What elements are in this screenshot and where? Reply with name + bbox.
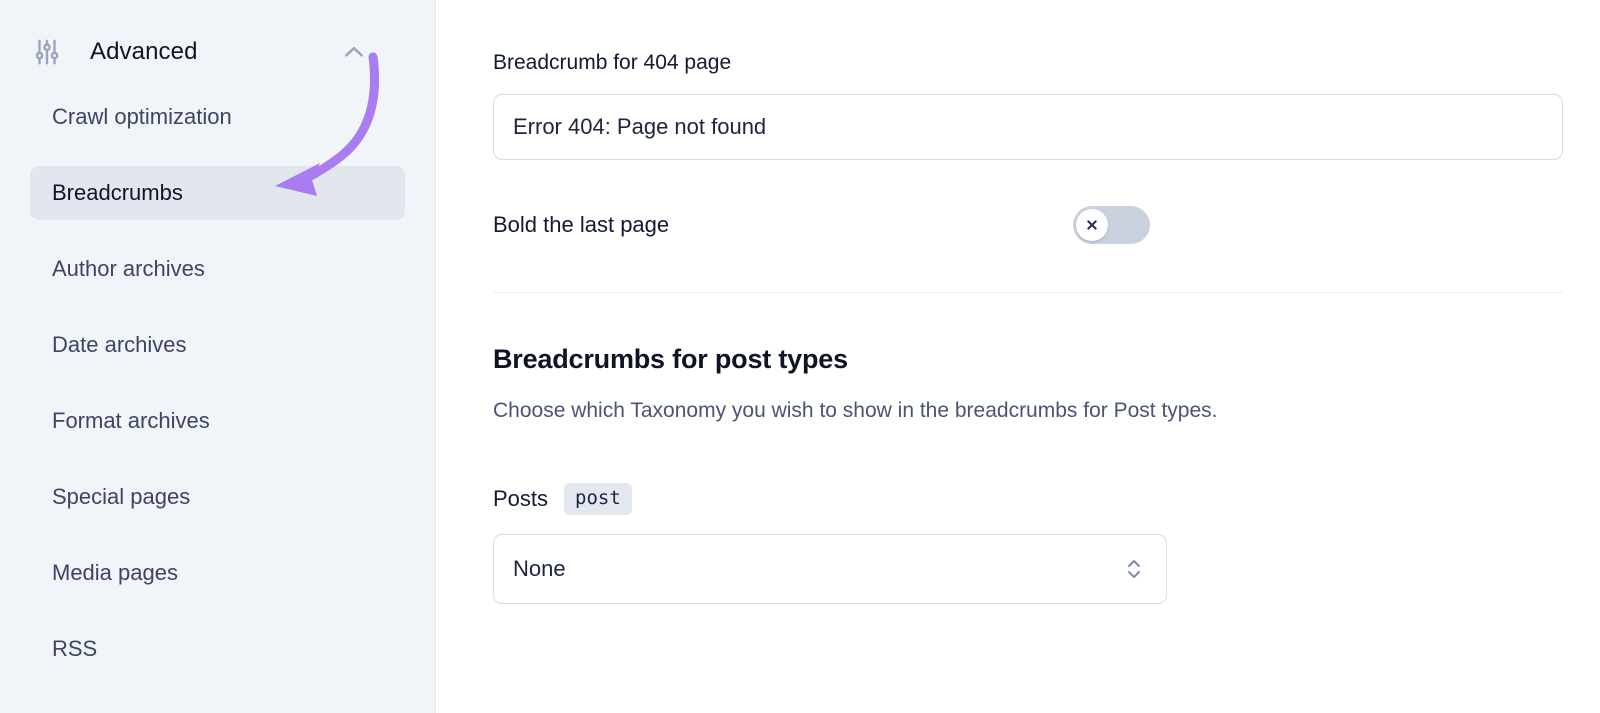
toggle-knob [1076,209,1109,241]
posts-taxonomy-select[interactable]: None [493,534,1167,604]
chevron-up-icon[interactable] [339,37,369,67]
breadcrumb-404-input[interactable]: Error 404: Page not found [493,94,1563,160]
sidebar-item-format-archives[interactable]: Format archives [30,394,405,448]
sidebar-item-media-pages[interactable]: Media pages [30,546,405,600]
posts-taxonomy-value: None [513,556,566,581]
sidebar-header[interactable]: Advanced [0,26,435,78]
sidebar-item-label: Special pages [52,484,191,509]
sidebar-item-label: Breadcrumbs [52,180,183,205]
bold-last-page-toggle-wrap [1073,206,1151,244]
breadcrumb-404-value: Error 404: Page not found [513,114,767,139]
sidebar-item-label: RSS [52,636,98,661]
sidebar-menu: Crawl optimization Breadcrumbs Author ar… [0,90,435,676]
sidebar-item-crawl-optimization[interactable]: Crawl optimization [30,90,405,144]
post-types-title: Breadcrumbs for post types [493,344,848,374]
posts-label-row: Posts post [493,483,1563,515]
bold-last-page-label: Bold the last page [493,212,670,237]
posts-code-badge: post [564,483,632,515]
sidebar-item-label: Date archives [52,332,187,357]
settings-page: Advanced Crawl optimization Breadcrumbs … [0,0,1600,713]
posts-label: Posts [493,486,549,511]
sidebar-item-special-pages[interactable]: Special pages [30,470,405,524]
chevron-up-down-icon [1124,554,1144,584]
sidebar: Advanced Crawl optimization Breadcrumbs … [0,0,436,713]
sidebar-item-author-archives[interactable]: Author archives [30,242,405,296]
sidebar-item-label: Author archives [52,256,205,281]
post-types-description: Choose which Taxonomy you wish to show i… [493,399,1218,422]
section-divider [493,292,1563,293]
sidebar-item-date-archives[interactable]: Date archives [30,318,405,372]
sidebar-item-rss[interactable]: RSS [30,622,405,676]
sidebar-item-breadcrumbs[interactable]: Breadcrumbs [30,166,405,220]
sidebar-title: Advanced [90,38,198,65]
breadcrumb-404-label: Breadcrumb for 404 page [493,51,732,74]
close-icon [1087,220,1097,230]
main-content: Breadcrumb for 404 page Error 404: Page … [436,0,1600,713]
bold-last-page-toggle[interactable] [1073,206,1151,244]
bold-last-page-row: Bold the last page [493,206,1563,244]
sidebar-item-label: Crawl optimization [52,104,232,129]
sidebar-item-label: Media pages [52,560,178,585]
sidebar-item-label: Format archives [52,408,210,433]
sliders-icon [30,35,64,69]
